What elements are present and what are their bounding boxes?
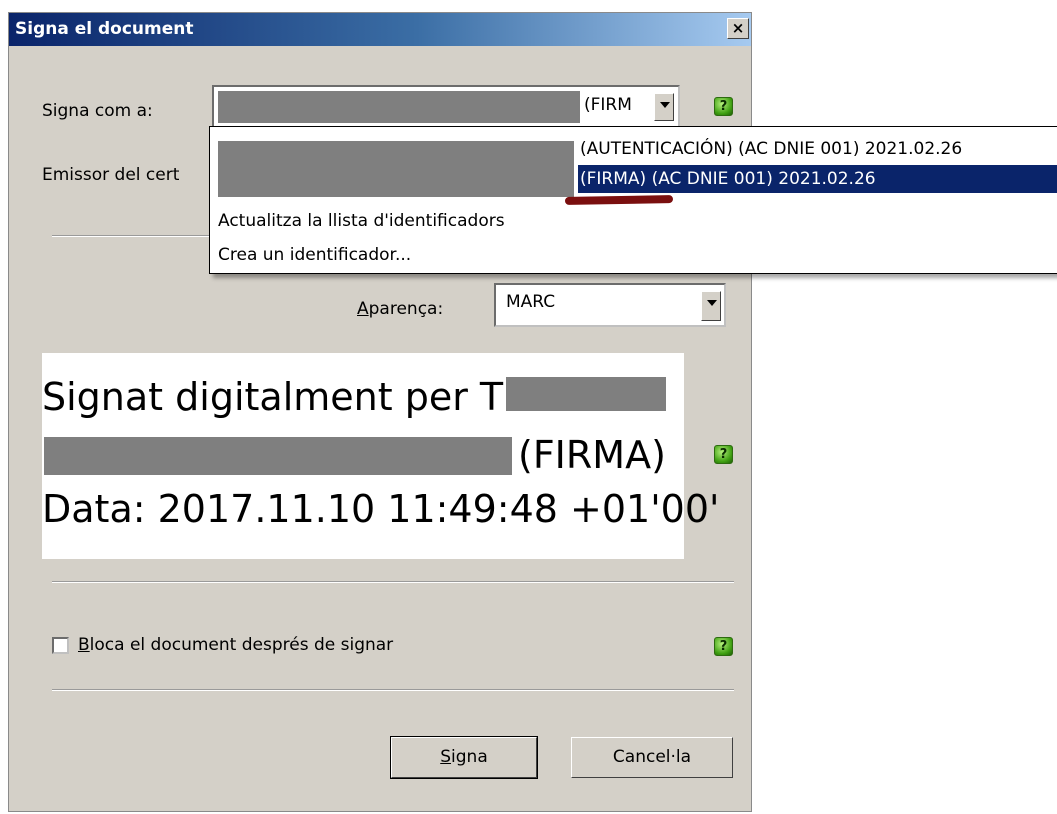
appearance-label: Aparença: bbox=[357, 299, 444, 319]
preview-line-3: Data: 2017.11.10 11:49:48 +01'00' bbox=[42, 487, 720, 531]
option-firma[interactable]: (FIRMA) (AC DNIE 001) 2021.02.26 bbox=[580, 169, 876, 189]
help-icon[interactable]: ? bbox=[714, 445, 733, 464]
redacted-name bbox=[44, 437, 512, 475]
cancel-button[interactable]: Cancel·la bbox=[571, 737, 733, 778]
help-icon[interactable]: ? bbox=[714, 97, 733, 116]
dialog-title: Signa el document bbox=[15, 19, 194, 39]
option-create-id[interactable]: Crea un identificador... bbox=[218, 245, 411, 265]
separator bbox=[52, 689, 734, 691]
close-button[interactable]: × bbox=[727, 18, 749, 39]
appearance-value: MARC bbox=[506, 292, 556, 312]
preview-line-2: (FIRMA) bbox=[518, 433, 666, 477]
separator bbox=[52, 581, 734, 583]
issuer-label: Emissor del cert bbox=[42, 165, 180, 185]
help-icon[interactable]: ? bbox=[714, 637, 733, 656]
sign-button[interactable]: Signa bbox=[390, 736, 538, 779]
option-refresh-ids[interactable]: Actualitza la llista d'identificadors bbox=[218, 211, 505, 231]
redacted-name bbox=[506, 377, 666, 411]
lock-document-label[interactable]: Bloca el document després de signar bbox=[78, 635, 393, 655]
redacted-name bbox=[218, 91, 580, 123]
option-autenticacion[interactable]: (AUTENTICACIÓN) (AC DNIE 001) 2021.02.26 bbox=[580, 139, 962, 159]
chevron-down-icon[interactable] bbox=[701, 291, 721, 321]
sign-as-combo[interactable]: (FIRM bbox=[212, 85, 680, 129]
appearance-combo[interactable]: MARC bbox=[494, 283, 726, 327]
preview-line-1: Signat digitalment per T bbox=[42, 375, 504, 419]
redacted-name bbox=[218, 141, 574, 197]
lock-document-checkbox[interactable] bbox=[52, 637, 69, 654]
signature-preview: Signat digitalment per T (FIRMA) Data: 2… bbox=[42, 353, 719, 559]
close-icon: × bbox=[731, 19, 745, 37]
sign-as-label: Signa com a: bbox=[42, 101, 153, 121]
chevron-down-icon[interactable] bbox=[654, 93, 674, 121]
title-bar[interactable]: Signa el document × bbox=[9, 13, 751, 46]
separator bbox=[52, 235, 212, 237]
sign-as-value: (FIRM bbox=[584, 95, 632, 115]
